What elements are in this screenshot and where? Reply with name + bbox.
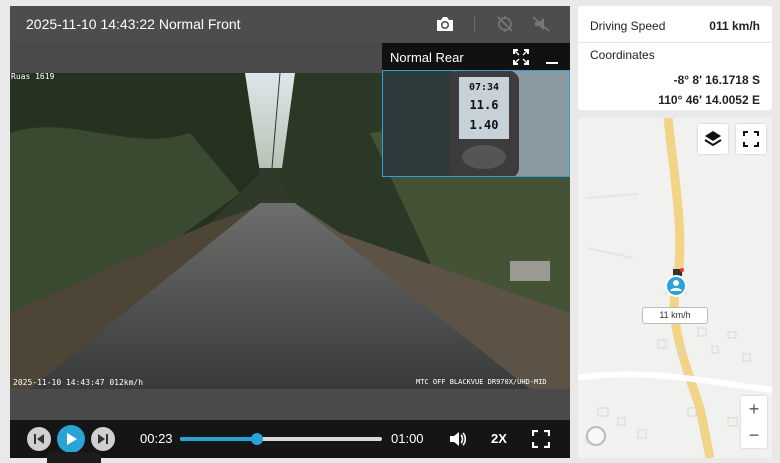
mute-icon[interactable] <box>530 13 552 35</box>
play-button[interactable] <box>57 425 85 453</box>
device-reading-3: 1.40 <box>470 118 499 132</box>
no-gps-icon[interactable] <box>494 13 516 35</box>
zoom-in-button[interactable]: + <box>741 396 767 422</box>
camera-icon[interactable] <box>434 13 456 35</box>
current-time: 00:23 <box>140 431 173 446</box>
dashcam-viewer: 2025-11-10 14:43:22 Normal Front Ruas 16… <box>0 0 780 463</box>
zoom-controls: + − <box>741 396 767 448</box>
minimize-icon[interactable] <box>546 62 558 64</box>
osd-location-text: Ruas 1619 <box>11 72 55 81</box>
coordinates-label: Coordinates <box>590 48 655 62</box>
seek-bar[interactable] <box>180 433 382 445</box>
expand-icon[interactable] <box>512 48 530 71</box>
previous-button[interactable] <box>27 427 51 451</box>
bottom-tab-handle[interactable] <box>47 452 101 463</box>
playback-rate-button[interactable]: 2X <box>491 431 507 446</box>
player-top-bar: 2025-11-10 14:43:22 Normal Front <box>10 6 570 42</box>
panel-divider <box>578 42 772 43</box>
rear-camera-frame: 07:34 11.6 1.40 <box>382 70 570 177</box>
telemetry-panel: Driving Speed 011 km/h Coordinates -8° 8… <box>578 6 772 110</box>
fullscreen-icon <box>743 131 759 147</box>
toolbar-divider <box>474 16 475 32</box>
map-fullscreen-button[interactable] <box>736 124 766 154</box>
next-button[interactable] <box>91 427 115 451</box>
osd-timestamp-speed: 2025-11-10 14:43:47 012km/h <box>13 378 144 387</box>
rear-camera-pip[interactable]: Normal Rear 07:34 11.6 1.40 <box>382 43 570 177</box>
fullscreen-icon[interactable] <box>531 429 551 453</box>
longitude-value: 110° 46' 14.0052 E <box>658 93 760 107</box>
volume-icon[interactable] <box>448 429 468 454</box>
device-reading-2: 11.6 <box>470 98 499 112</box>
map-speed-tag: 11 km/h <box>642 307 708 324</box>
video-player: 2025-11-10 14:43:22 Normal Front Ruas 16… <box>10 6 570 458</box>
layers-icon <box>704 131 722 147</box>
map-view[interactable]: 11 km/h + − <box>578 118 772 458</box>
seek-bar-progress <box>180 437 258 441</box>
device-reading-1: 07:34 <box>469 82 499 93</box>
zoom-out-button[interactable]: − <box>741 422 767 448</box>
driving-speed-label: Driving Speed <box>590 19 666 33</box>
latitude-value: -8° 8' 16.1718 S <box>673 73 760 87</box>
total-time: 01:00 <box>391 431 424 446</box>
seek-handle[interactable] <box>251 433 264 445</box>
osd-device-info: MTC OFF BLACKVUE DR970X/UHD-MID <box>416 378 547 386</box>
rear-pip-title: Normal Rear <box>390 50 464 65</box>
layers-button[interactable] <box>698 124 728 154</box>
compass-icon[interactable] <box>586 426 606 446</box>
rear-pip-header: Normal Rear <box>382 43 570 70</box>
driving-speed-value: 011 km/h <box>709 19 760 33</box>
video-title: 2025-11-10 14:43:22 Normal Front <box>26 16 241 32</box>
